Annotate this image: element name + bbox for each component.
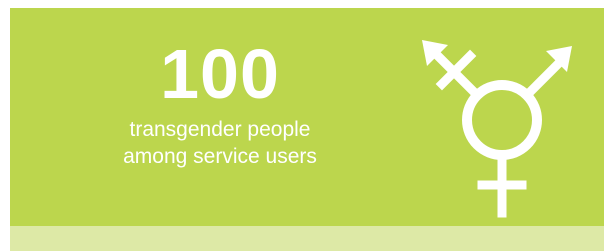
- stat-panel: 100 transgender people among service use…: [10, 8, 604, 226]
- stat-number: 100: [160, 35, 280, 113]
- infographic-card: 100 transgender people among service use…: [10, 8, 604, 251]
- stat-caption-line-2: among service users: [123, 145, 317, 168]
- bottom-strip: [10, 226, 604, 251]
- stat-block: 100 transgender people among service use…: [50, 32, 390, 170]
- transgender-symbol-icon: [422, 40, 572, 218]
- stat-caption-line-1: transgender people: [129, 118, 311, 141]
